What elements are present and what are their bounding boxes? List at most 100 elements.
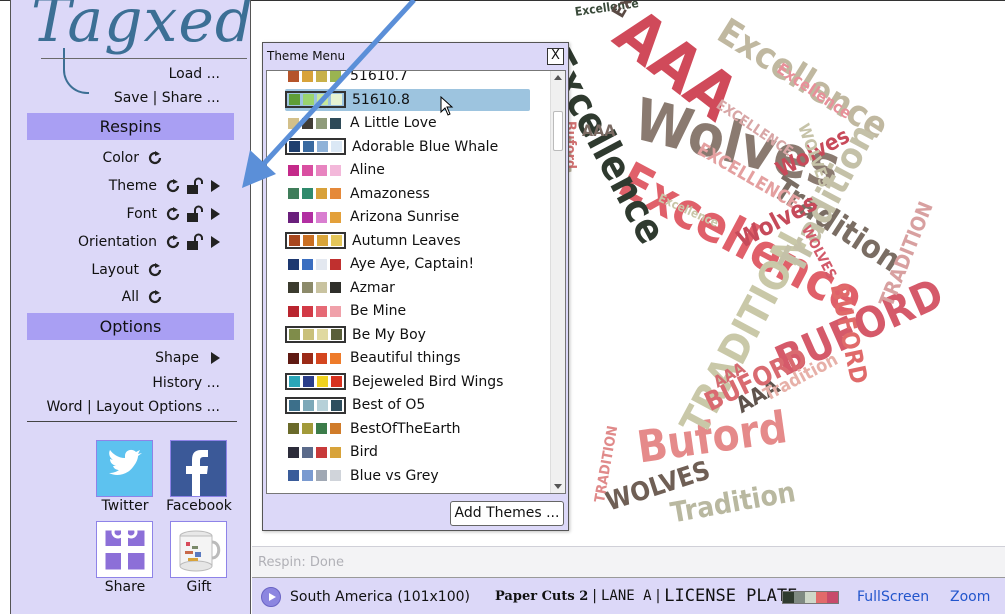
fullscreen-link[interactable]: FullScreen bbox=[857, 589, 929, 605]
respin-orientation[interactable]: Orientation bbox=[78, 232, 224, 252]
theme-color-swatches bbox=[285, 210, 344, 225]
swatch-color bbox=[317, 235, 328, 246]
play-icon[interactable] bbox=[206, 205, 224, 223]
swatch-color bbox=[289, 235, 300, 246]
respin-icon[interactable] bbox=[164, 177, 182, 195]
font-name-1: Paper Cuts 2 bbox=[495, 588, 589, 604]
load-link[interactable]: Load ... bbox=[169, 66, 220, 82]
respin-all[interactable]: All bbox=[122, 287, 164, 307]
theme-item[interactable]: A Little Love bbox=[285, 112, 530, 134]
scroll-up-icon[interactable] bbox=[554, 75, 562, 80]
respin-font-label: Font bbox=[126, 206, 157, 222]
swatch-color bbox=[289, 329, 300, 340]
shape-option[interactable]: Shape bbox=[155, 348, 224, 368]
swatch-color bbox=[303, 329, 314, 340]
swatch-color bbox=[288, 117, 299, 129]
twitter-label: Twitter bbox=[101, 498, 149, 514]
font-names[interactable]: Paper Cuts 2 | LANE A | LICENSE PLATE bbox=[495, 586, 797, 606]
theme-item[interactable]: Be Mine bbox=[285, 300, 530, 322]
unlock-icon[interactable] bbox=[185, 205, 203, 223]
swatch-color bbox=[805, 592, 816, 603]
theme-item[interactable]: Adorable Blue Whale bbox=[285, 136, 530, 158]
play-icon[interactable] bbox=[206, 177, 224, 195]
theme-item[interactable]: Blue vs Grey bbox=[285, 465, 530, 487]
theme-item-label: Bird bbox=[350, 444, 378, 460]
theme-color-swatches bbox=[285, 304, 344, 319]
swatch-color bbox=[331, 329, 342, 340]
theme-item[interactable]: BestOfTheEarth bbox=[285, 418, 530, 440]
swatch-color bbox=[316, 470, 327, 481]
swatch-color bbox=[331, 376, 342, 387]
swatch-color bbox=[289, 141, 300, 152]
share-button[interactable] bbox=[96, 521, 153, 578]
theme-item[interactable]: Aline bbox=[285, 159, 530, 181]
font-name-2: LANE A bbox=[601, 588, 652, 604]
respin-theme[interactable]: Theme bbox=[109, 176, 224, 196]
save-share-link[interactable]: Save | Share ... bbox=[114, 90, 220, 106]
respin-font[interactable]: Font bbox=[127, 204, 224, 224]
sidebar: Tagxedo Load ... Save | Share ... Respin… bbox=[10, 0, 290, 614]
scrollbar[interactable] bbox=[550, 71, 565, 493]
theme-item[interactable]: Be My Boy bbox=[285, 324, 530, 346]
swatch-color bbox=[288, 188, 299, 199]
theme-color-swatches bbox=[285, 257, 344, 272]
theme-item[interactable]: Aye Aye, Captain! bbox=[285, 253, 530, 275]
swatch-color bbox=[288, 282, 299, 293]
respin-color[interactable]: Color bbox=[102, 148, 164, 168]
twitter-button[interactable] bbox=[96, 440, 153, 497]
theme-item[interactable]: Arizona Sunrise bbox=[285, 206, 530, 228]
shape-play-icon[interactable] bbox=[261, 587, 281, 607]
history-link[interactable]: History ... bbox=[152, 375, 220, 391]
gift-label: Gift bbox=[186, 579, 212, 595]
theme-item[interactable]: Bird bbox=[285, 441, 530, 463]
swatch-color bbox=[317, 376, 328, 387]
tagxedo-app: Tagxedo Load ... Save | Share ... Respin… bbox=[0, 0, 1005, 614]
theme-menu-title: Theme Menu bbox=[267, 49, 346, 63]
swatch-color bbox=[316, 71, 327, 82]
swatch-color bbox=[302, 188, 313, 199]
swatch-color bbox=[316, 211, 327, 223]
theme-color-swatches bbox=[285, 280, 344, 295]
theme-item-label: Adorable Blue Whale bbox=[352, 138, 499, 155]
swatch-color bbox=[316, 258, 327, 270]
theme-item[interactable]: 51610.7 bbox=[285, 71, 530, 87]
swatch-color bbox=[288, 258, 299, 270]
respin-icon[interactable] bbox=[164, 205, 182, 223]
theme-item[interactable]: Bejeweled Bird Wings bbox=[285, 371, 530, 393]
scroll-thumb[interactable] bbox=[553, 111, 563, 151]
respin-icon[interactable] bbox=[146, 149, 164, 167]
close-button[interactable]: X bbox=[547, 48, 564, 65]
scroll-down-icon[interactable] bbox=[554, 484, 562, 489]
respin-icon[interactable] bbox=[146, 261, 164, 279]
theme-color-swatches bbox=[285, 468, 344, 483]
respin-icon[interactable] bbox=[146, 288, 164, 306]
theme-list[interactable]: 51610.7 51610.8 A Little Love Adorable Blue… bbox=[266, 70, 566, 494]
facebook-button[interactable] bbox=[170, 440, 227, 497]
add-themes-button[interactable]: Add Themes ... bbox=[450, 501, 564, 526]
unlock-icon[interactable] bbox=[185, 177, 203, 195]
gift-button[interactable] bbox=[170, 521, 227, 578]
theme-menu-dialog: Theme Menu X 51610.7 51610.8 A Little Love… bbox=[262, 42, 569, 531]
respin-layout[interactable]: Layout bbox=[91, 260, 164, 280]
theme-item-label: Beautiful things bbox=[350, 350, 461, 366]
status-bar: Respin: Done bbox=[252, 546, 1005, 577]
respin-layout-label: Layout bbox=[91, 262, 139, 278]
theme-color-swatches bbox=[285, 421, 344, 436]
current-theme-swatch[interactable] bbox=[782, 591, 839, 604]
zoom-link[interactable]: Zoom bbox=[950, 589, 990, 605]
unlock-icon[interactable] bbox=[185, 233, 203, 251]
theme-item[interactable]: Beautiful things bbox=[285, 347, 530, 369]
theme-color-swatches bbox=[285, 396, 346, 414]
play-icon[interactable] bbox=[206, 233, 224, 251]
theme-item[interactable]: Autumn Leaves bbox=[285, 230, 530, 252]
play-icon[interactable] bbox=[206, 349, 224, 367]
theme-item[interactable]: Azmar bbox=[285, 277, 530, 299]
word-layout-options-link[interactable]: Word | Layout Options ... bbox=[47, 399, 220, 415]
swatch-color bbox=[303, 94, 314, 105]
theme-item[interactable]: 51610.8 bbox=[285, 88, 530, 111]
swatch-color bbox=[288, 305, 299, 317]
shape-name[interactable]: South America (101x100) bbox=[290, 589, 470, 605]
theme-item[interactable]: Amazoness bbox=[285, 183, 530, 205]
respin-icon[interactable] bbox=[164, 233, 182, 251]
theme-item[interactable]: Best of O5 bbox=[285, 394, 530, 416]
